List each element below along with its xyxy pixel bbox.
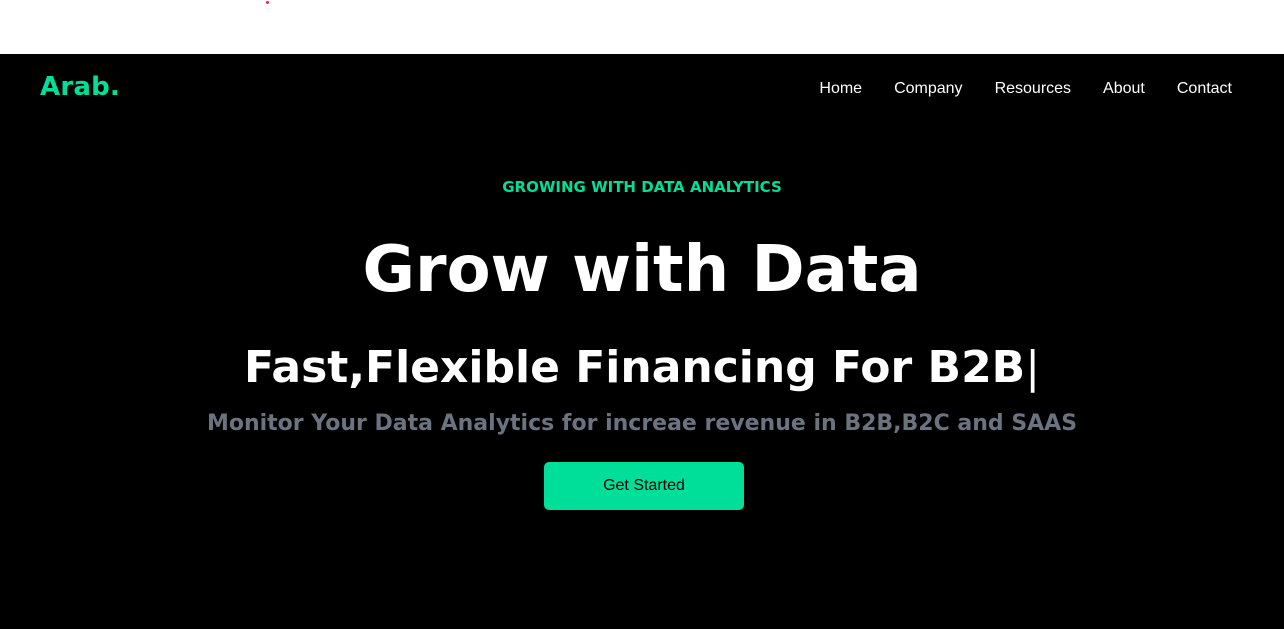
- get-started-button[interactable]: Get Started: [544, 462, 744, 510]
- nav-link-resources[interactable]: Resources: [979, 78, 1087, 100]
- hero-description: Monitor Your Data Analytics for increae …: [206, 411, 1078, 436]
- site-page: Arab. Home Company Resources About Conta…: [0, 54, 1284, 629]
- hero-subtitle-text: Fast,Flexible Financing For B2B: [243, 342, 1026, 393]
- typing-cursor: |: [1025, 342, 1041, 393]
- hero-subtitle: Fast,Flexible Financing For B2B|: [0, 340, 1284, 396]
- nav-links: Home Company Resources About Contact: [803, 78, 1248, 100]
- nav-link-contact[interactable]: Contact: [1161, 78, 1248, 100]
- nav-link-home[interactable]: Home: [803, 78, 878, 100]
- navbar: Arab. Home Company Resources About Conta…: [0, 54, 1284, 126]
- nav-link-about[interactable]: About: [1087, 78, 1161, 100]
- hero-eyebrow: GROWING WITH DATA ANALYTICS: [502, 178, 782, 196]
- nav-link-company[interactable]: Company: [878, 78, 978, 100]
- hero-title: Grow with Data: [362, 233, 922, 307]
- red-dot-marker: [266, 1, 269, 4]
- browser-top-strip: [0, 0, 1284, 54]
- logo[interactable]: Arab.: [40, 72, 120, 102]
